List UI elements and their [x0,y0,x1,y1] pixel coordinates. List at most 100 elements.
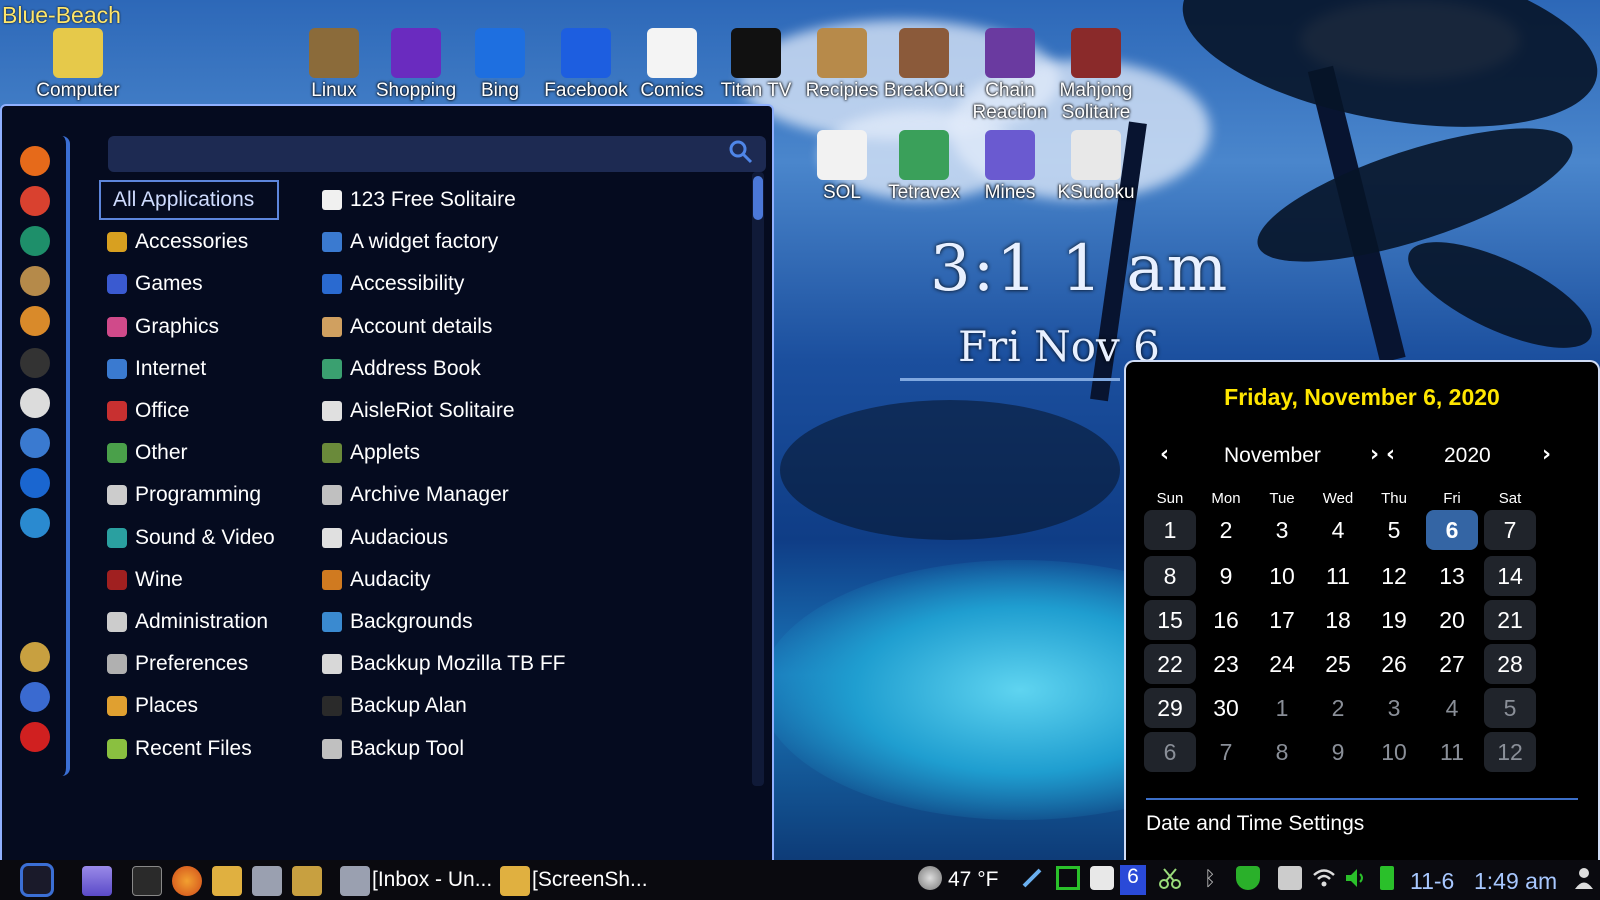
calendar-day[interactable]: 3 [1368,688,1420,728]
menu-category[interactable]: Other [99,433,279,473]
calendar-day[interactable]: 1 [1256,688,1308,728]
desktop-icon[interactable]: Mahjong Solitaire [1054,28,1138,124]
calendar-day[interactable]: 29 [1144,688,1196,728]
calendar-day[interactable]: 13 [1426,556,1478,596]
taskbar-window-screenshots[interactable]: [ScreenSh... [532,868,648,892]
menu-search-input[interactable] [108,136,766,172]
menu-app-item[interactable]: Applets [322,433,722,473]
calendar-day[interactable]: 9 [1200,556,1252,596]
desktop-icon[interactable]: Recipies [800,28,884,102]
power-icon[interactable] [20,722,50,752]
calendar-day[interactable]: 14 [1484,556,1536,596]
taskbar-window-inbox[interactable]: [Inbox - Un... [372,868,492,892]
calendar-day[interactable]: 11 [1426,732,1478,772]
calendar-day[interactable]: 27 [1426,644,1478,684]
calendar-day[interactable]: 21 [1484,600,1536,640]
calendar-day[interactable]: 10 [1368,732,1420,772]
search-field[interactable] [116,140,716,168]
menu-app-item[interactable]: Accessibility [322,264,722,304]
calendar-day[interactable]: 15 [1144,600,1196,640]
calendar-day[interactable]: 12 [1368,556,1420,596]
workspace-switcher[interactable]: 6 [1120,865,1146,895]
calendar-day[interactable]: 18 [1312,600,1364,640]
menu-app-item[interactable]: Backkup Mozilla TB FF [322,644,722,684]
desktop-icon[interactable]: KSudoku [1054,130,1138,204]
desktop-icon[interactable]: Mines [968,130,1052,204]
firefox-launcher-icon[interactable] [172,866,202,896]
menu-app-item[interactable]: A widget factory [322,222,722,262]
teamviewer-icon[interactable] [20,468,50,498]
menu-app-item[interactable]: Account details [322,307,722,347]
calendar-day[interactable]: 7 [1200,732,1252,772]
calendar-day[interactable]: 11 [1312,556,1364,596]
desktop-icon[interactable]: Linux [292,28,376,102]
menu-app-item[interactable]: Backgrounds [322,602,722,642]
printer-icon[interactable] [1278,866,1302,890]
document-icon[interactable] [20,428,50,458]
calendar-day[interactable]: 7 [1484,510,1536,550]
calendar-day[interactable]: 5 [1484,688,1536,728]
color-picker-icon[interactable] [1020,866,1044,890]
desktop-icon[interactable]: Shopping [374,28,458,102]
lock-icon[interactable] [20,642,50,672]
date-time-settings-link[interactable]: Date and Time Settings [1146,812,1364,836]
calendar-day[interactable]: 2 [1200,510,1252,550]
edge-dev-icon[interactable] [20,226,50,256]
package-installer-icon[interactable] [20,266,50,296]
prev-month-icon[interactable]: ‹ [1160,442,1169,467]
menu-category[interactable]: Places [99,686,279,726]
scrollbar-thumb[interactable] [753,176,763,220]
taskbar-clock[interactable]: 1:49 am [1474,868,1557,895]
battery-icon[interactable] [1380,866,1394,890]
menu-app-item[interactable]: Backup Tool [322,729,722,769]
terminal-launcher-icon[interactable] [132,866,162,896]
menu-app-item[interactable]: Address Book [322,349,722,389]
system-monitor-icon[interactable] [20,508,50,538]
calendar-day[interactable]: 26 [1368,644,1420,684]
calendar-day[interactable]: 2 [1312,688,1364,728]
menu-app-item[interactable]: Archive Manager [322,475,722,515]
calendar-day[interactable]: 30 [1200,688,1252,728]
menu-app-item[interactable]: AisleRiot Solitaire [322,391,722,431]
inbox-window-icon[interactable] [340,866,370,896]
terminal-icon[interactable] [20,348,50,378]
weather-icon[interactable] [918,866,942,890]
calendar-day[interactable]: 12 [1484,732,1536,772]
calendar-day[interactable]: 6 [1426,510,1478,550]
calendar-day[interactable]: 4 [1426,688,1478,728]
security-shield-icon[interactable] [1236,866,1260,890]
user-icon[interactable] [1572,866,1596,890]
calendar-day[interactable]: 19 [1368,600,1420,640]
calendar-day[interactable]: 5 [1368,510,1420,550]
calendar-day[interactable]: 17 [1256,600,1308,640]
files-launcher-icon[interactable] [212,866,242,896]
calendar-day[interactable]: 28 [1484,644,1536,684]
next-month-icon[interactable]: › [1370,442,1379,467]
menu-category[interactable]: Administration [99,602,279,642]
wifi-icon[interactable] [1312,866,1336,890]
calendar-day[interactable]: 20 [1426,600,1478,640]
menu-category[interactable]: Programming [99,475,279,515]
logout-icon[interactable] [20,682,50,712]
app-list-scrollbar[interactable] [752,172,764,786]
taskbar-date[interactable]: 11-6 [1410,868,1454,895]
desktop-icon[interactable]: Comics [630,28,714,102]
menu-app-item[interactable]: 123 Free Solitaire [322,180,722,220]
desktop-icon[interactable]: SOL [800,130,884,204]
calendar-day[interactable]: 22 [1144,644,1196,684]
desktop-icon[interactable]: Computer [36,28,120,102]
calendar-day[interactable]: 25 [1312,644,1364,684]
show-desktop-icon[interactable] [82,866,112,896]
tools-launcher-icon[interactable] [292,866,322,896]
menu-app-item[interactable]: Audacious [322,518,722,558]
chrome-icon[interactable] [20,186,50,216]
menu-category[interactable]: Games [99,264,279,304]
desktop-icon[interactable]: Titan TV [714,28,798,102]
scissors-icon[interactable] [1158,866,1182,890]
system-monitor-tray-icon[interactable] [1056,866,1080,890]
menu-category[interactable]: Preferences [99,644,279,684]
weather-temperature[interactable]: 47 °F [948,868,998,892]
screenshot-camera-icon[interactable] [1090,866,1114,890]
menu-app-item[interactable]: Backup Alan [322,686,722,726]
desktop-icon[interactable]: Tetravex [882,130,966,204]
